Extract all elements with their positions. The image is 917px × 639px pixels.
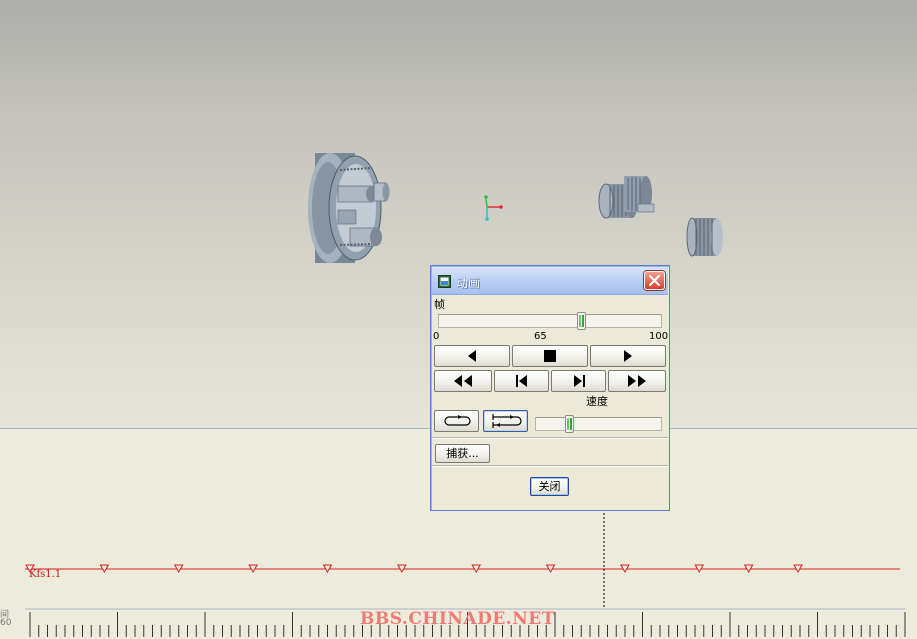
step-back-button[interactable] xyxy=(494,370,549,392)
fast-forward-button[interactable] xyxy=(608,370,666,392)
rewind-icon xyxy=(454,375,472,387)
planet-gears xyxy=(598,176,723,257)
stop-button[interactable] xyxy=(512,345,588,367)
speed-slider-thumb[interactable] xyxy=(565,415,574,433)
title-close-button[interactable] xyxy=(644,271,665,290)
step-forward-button[interactable] xyxy=(551,370,606,392)
capture-button[interactable]: 捕获... xyxy=(435,444,490,463)
speed-label: 速度 xyxy=(586,395,608,408)
play-reverse-icon xyxy=(468,350,476,362)
divider-bottom xyxy=(432,465,668,467)
loop-icon xyxy=(443,415,471,426)
step-forward-icon xyxy=(573,375,585,387)
frame-slider[interactable] xyxy=(438,312,662,330)
side-label-bottom: 60 xyxy=(0,618,12,628)
frame-value: 65 xyxy=(534,331,547,342)
bounce-button[interactable] xyxy=(483,410,528,432)
rewind-button[interactable] xyxy=(434,370,492,392)
loop-button[interactable] xyxy=(434,410,479,432)
bounce-icon xyxy=(491,414,522,428)
track-label: Kfs1.1 xyxy=(29,569,62,580)
play-reverse-button[interactable] xyxy=(434,345,510,367)
app-icon xyxy=(438,275,451,288)
close-button[interactable]: 关闭 xyxy=(530,477,569,496)
play-forward-button[interactable] xyxy=(590,345,666,367)
dialog-title-bar[interactable]: 动画 xyxy=(432,267,668,295)
ring-gear-assembly xyxy=(308,153,390,263)
animation-dialog: 动画 帧 0 65 100 速度 捕获... 关闭 xyxy=(430,265,670,511)
step-back-icon xyxy=(515,375,527,387)
speed-slider[interactable] xyxy=(535,415,662,433)
divider-top xyxy=(432,437,668,439)
frame-label: 帧 xyxy=(434,298,445,311)
frame-slider-thumb[interactable] xyxy=(577,312,587,330)
axis-triad-icon xyxy=(484,195,503,221)
close-icon xyxy=(649,275,660,286)
stop-icon xyxy=(544,350,556,362)
watermark: BBS.CHINADE.NET xyxy=(360,609,555,629)
frame-min: 0 xyxy=(433,331,440,342)
frame-max: 100 xyxy=(649,331,669,342)
fast-forward-icon xyxy=(628,375,646,387)
dialog-title: 动画 xyxy=(456,276,481,290)
play-forward-icon xyxy=(624,350,632,362)
